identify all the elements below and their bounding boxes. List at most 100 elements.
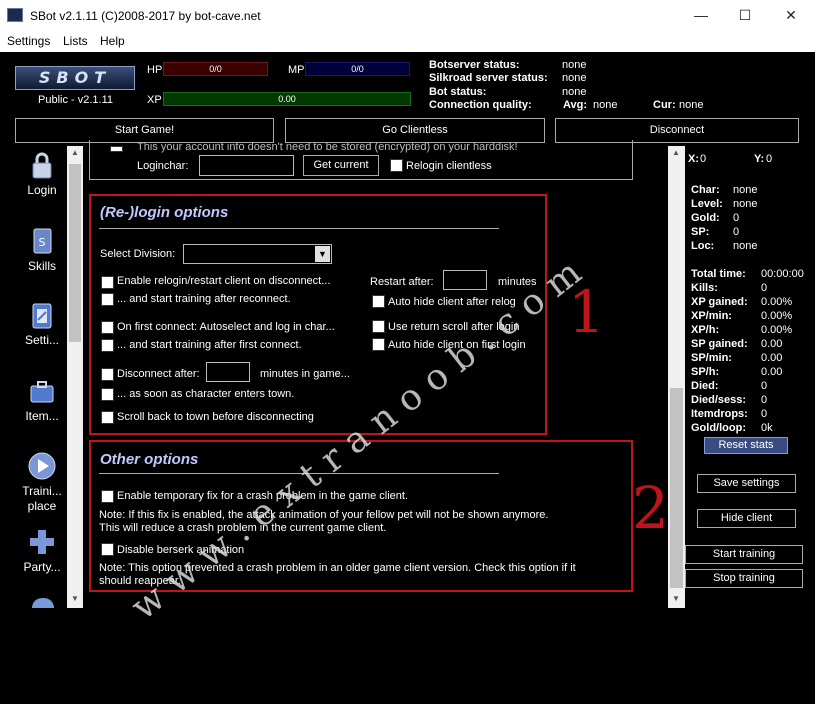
sidebar-item-items[interactable]: Item...: [8, 376, 76, 423]
clipboard-icon: [32, 303, 52, 329]
sidebar-label-party: Party...: [23, 560, 61, 574]
avg-label: Avg:: [563, 99, 588, 111]
cur-label: Cur:: [653, 99, 676, 111]
sp-min-value: 0.00: [761, 352, 783, 364]
x-coord-value: 0: [700, 153, 707, 165]
loginchar-label: Loginchar:: [137, 160, 189, 172]
annotation-number-2: 2: [632, 474, 669, 542]
sidebar-label-skills: Skills: [27, 259, 56, 273]
xp-h-value: 0.00%: [761, 324, 793, 336]
avg-value: none: [593, 99, 618, 111]
mp-bar: 0/0: [305, 62, 410, 76]
died-label: Died:: [691, 380, 719, 392]
sidebar-item-settings[interactable]: Setti...: [8, 300, 76, 347]
level-value: none: [733, 198, 758, 210]
died-sess-value: 0: [761, 394, 768, 406]
menu-help[interactable]: Help: [100, 34, 125, 48]
sp-h-value: 0.00: [761, 366, 783, 378]
cur-value: none: [679, 99, 704, 111]
total-time-value: 00:00:00: [761, 268, 804, 280]
sidebar-label-training-place: Traini... place: [22, 484, 62, 513]
sidebar-label-items: Item...: [25, 409, 59, 423]
store-account-checkbox[interactable]: [110, 146, 123, 152]
connection-quality-label: Connection quality:: [429, 99, 532, 111]
left-scrollbar[interactable]: ▲ ▼: [67, 146, 83, 608]
play-icon: [28, 452, 56, 480]
version-label: Public - v2.1.11: [38, 94, 114, 106]
botserver-status-label: Botserver status:: [429, 59, 520, 71]
sp-value: 0: [733, 226, 740, 238]
sidebar-item-party[interactable]: Party...: [8, 527, 76, 574]
sidebar-item-training-place[interactable]: Traini... place: [8, 451, 76, 514]
sp-min-label: SP/min:: [691, 352, 732, 364]
hide-client-button[interactable]: Hide client: [697, 509, 796, 528]
plus-icon: [30, 530, 54, 554]
gold-value: 0: [733, 212, 740, 224]
xp-h-label: XP/h:: [691, 324, 720, 336]
loginchar-input[interactable]: [199, 155, 294, 176]
died-value: 0: [761, 380, 768, 392]
left-scroll-thumb[interactable]: [69, 164, 81, 342]
sidebar-label-login: Login: [27, 183, 57, 197]
bot-status-label: Bot status:: [429, 86, 487, 98]
briefcase-icon: [30, 381, 54, 403]
lock-icon: [32, 152, 52, 179]
died-sess-label: Died/sess:: [691, 394, 747, 406]
annotation-box-1: [89, 194, 547, 435]
start-training-button[interactable]: Start training: [685, 545, 803, 564]
sp-gained-value: 0.00: [761, 338, 783, 350]
xp-gained-label: XP gained:: [691, 296, 748, 308]
menu-lists[interactable]: Lists: [63, 34, 88, 48]
minimize-button[interactable]: —: [678, 0, 724, 31]
book-icon: S: [33, 228, 52, 254]
xp-min-value: 0.00%: [761, 310, 793, 322]
gold-loop-value: 0k: [761, 422, 773, 434]
silkroad-status-label: Silkroad server status:: [429, 72, 548, 84]
total-time-label: Total time:: [691, 268, 746, 280]
y-coord-value: 0: [766, 153, 773, 165]
xp-gained-value: 0.00%: [761, 296, 793, 308]
xp-min-label: XP/min:: [691, 310, 732, 322]
reset-stats-button[interactable]: Reset stats: [704, 437, 788, 454]
hp-label: HP: [147, 64, 163, 76]
itemdrops-value: 0: [761, 408, 768, 420]
sbot-logo: SBOT: [15, 66, 135, 90]
sp-h-label: SP/h:: [691, 366, 720, 378]
close-button[interactable]: ✕: [768, 0, 814, 31]
window-title: SBot v2.1.11 (C)2008-2017 by bot-cave.ne…: [30, 9, 261, 23]
svg-text:S: S: [39, 236, 46, 249]
get-current-button[interactable]: Get current: [303, 155, 379, 176]
relogin-clientless-label: Relogin clientless: [406, 160, 492, 172]
app-icon: [7, 8, 23, 22]
scroll-down-icon[interactable]: ▼: [71, 594, 79, 603]
right-scroll-thumb[interactable]: [670, 388, 683, 588]
xp-bar: 0.00: [163, 92, 411, 106]
silkroad-status-value: none: [562, 72, 587, 84]
bot-status-value: none: [562, 86, 587, 98]
y-coord-label: Y:: [754, 153, 765, 165]
kills-label: Kills:: [691, 282, 718, 294]
stop-training-button[interactable]: Stop training: [685, 569, 803, 588]
mp-label: MP: [288, 64, 305, 76]
scroll-up-icon[interactable]: ▲: [71, 148, 79, 157]
maximize-button[interactable]: ☐: [722, 0, 768, 31]
gold-loop-label: Gold/loop:: [691, 422, 746, 434]
sp-gained-label: SP gained:: [691, 338, 748, 350]
sidebar-item-skills[interactable]: S Skills: [8, 226, 76, 273]
loc-value: none: [733, 240, 758, 252]
menu-settings[interactable]: Settings: [7, 34, 50, 48]
sidebar-label-settings: Setti...: [24, 333, 59, 347]
relogin-clientless-checkbox[interactable]: [390, 159, 403, 172]
save-settings-button[interactable]: Save settings: [697, 474, 796, 493]
scroll-down-icon[interactable]: ▼: [672, 594, 680, 603]
sidebar-item-login[interactable]: Login: [8, 150, 76, 197]
xp-label: XP: [147, 94, 162, 106]
store-account-text: This your account info doesn't need to b…: [137, 141, 518, 153]
scroll-up-icon[interactable]: ▲: [672, 148, 680, 157]
char-value: none: [733, 184, 758, 196]
loc-label: Loc:: [691, 240, 715, 252]
kills-value: 0: [761, 282, 768, 294]
menu-bar: Settings Lists Help: [0, 31, 815, 52]
sp-label: SP:: [691, 226, 710, 238]
itemdrops-label: Itemdrops:: [691, 408, 748, 420]
